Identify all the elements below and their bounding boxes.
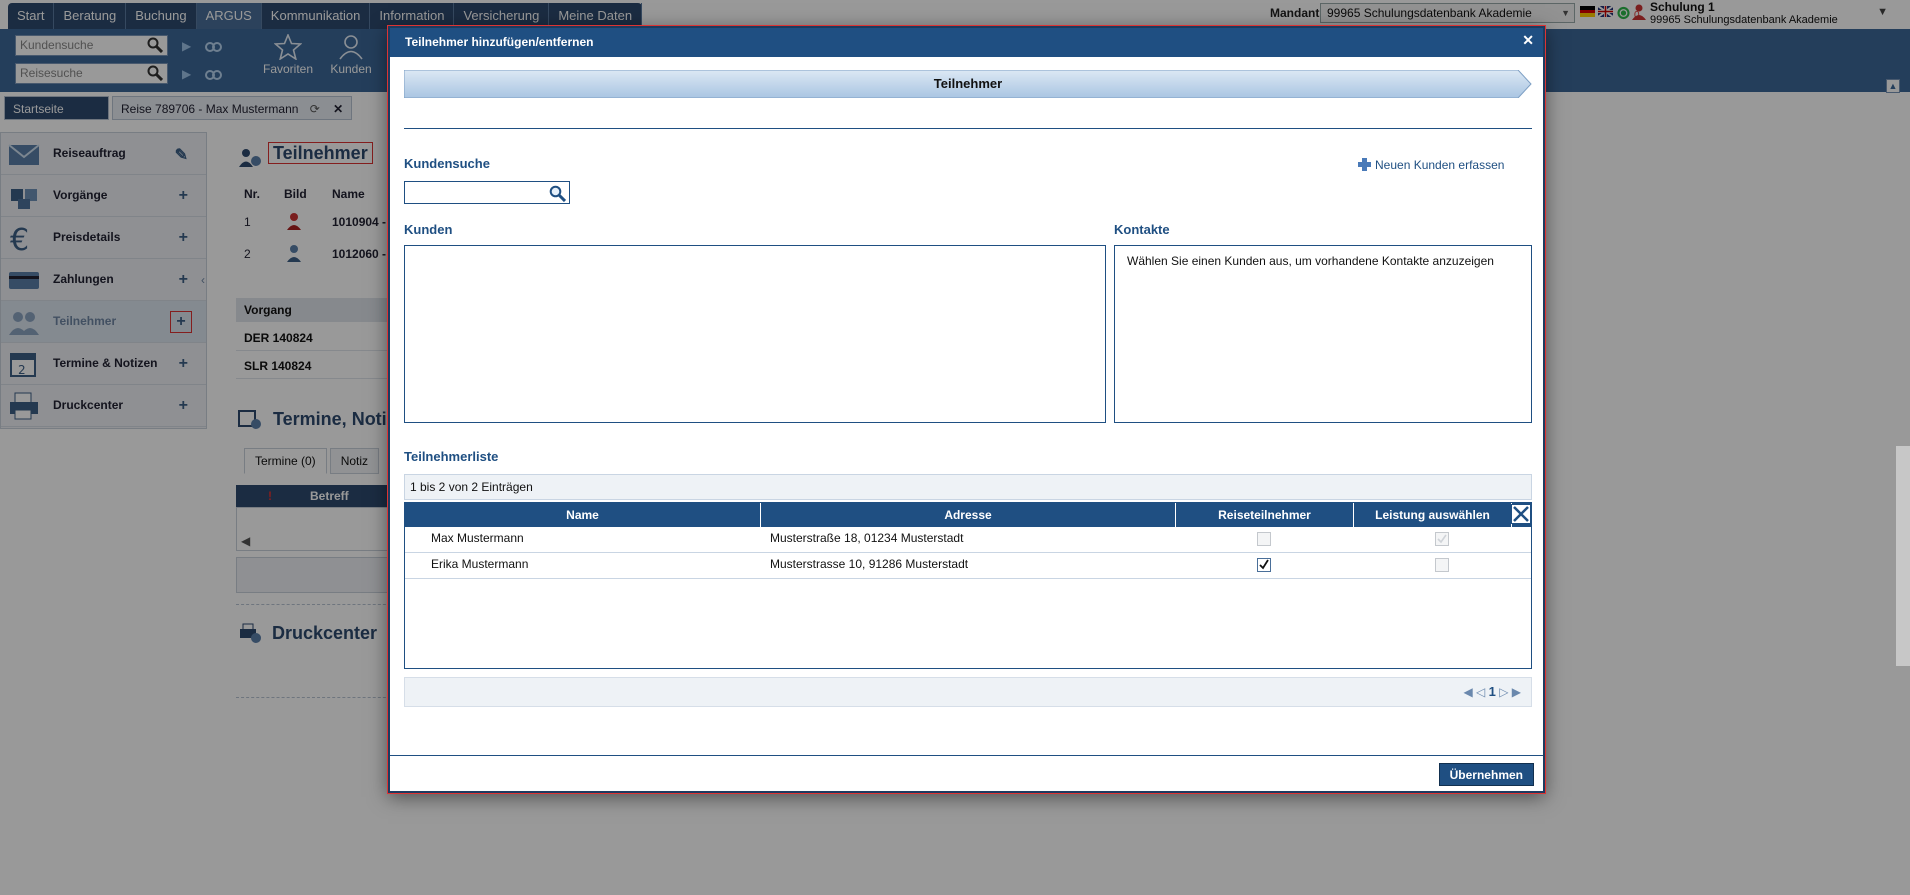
pagination: ◀ ◁ 1 ▷ ▶ bbox=[404, 677, 1532, 707]
search-icon[interactable] bbox=[549, 185, 566, 202]
divider bbox=[404, 128, 1532, 129]
table-row[interactable]: Erika Mustermann Musterstrasse 10, 91286… bbox=[405, 553, 1531, 579]
checkmark-icon bbox=[1259, 559, 1269, 570]
pagination-controls: ◀ ◁ 1 ▷ ▶ bbox=[1463, 684, 1521, 699]
reiseteilnehmer-checkbox[interactable] bbox=[1257, 558, 1271, 572]
step-label: Teilnehmer bbox=[933, 76, 1003, 91]
table-row[interactable]: Max Mustermann Musterstraße 18, 01234 Mu… bbox=[405, 527, 1531, 553]
entries-info: 1 bis 2 von 2 Einträgen bbox=[410, 480, 533, 494]
teilnehmer-table: Name Adresse Reiseteilnehmer Leistung au… bbox=[404, 502, 1532, 669]
kontakte-label: Kontakte bbox=[1114, 222, 1170, 237]
column-header-leistung[interactable]: Leistung auswählen bbox=[1354, 503, 1512, 527]
cell-name: Erika Mustermann bbox=[431, 557, 529, 571]
entries-info-bar: 1 bis 2 von 2 Einträgen bbox=[404, 474, 1532, 500]
reiseteilnehmer-checkbox[interactable] bbox=[1257, 532, 1271, 546]
new-customer-label: Neuen Kunden erfassen bbox=[1375, 158, 1505, 172]
kunden-list[interactable] bbox=[404, 245, 1106, 423]
current-page[interactable]: 1 bbox=[1489, 684, 1496, 699]
uebernehmen-button[interactable]: Übernehmen bbox=[1438, 763, 1534, 786]
teilnehmerliste-label: Teilnehmerliste bbox=[404, 449, 499, 464]
kontakte-list[interactable]: Wählen Sie einen Kunden aus, um vorhande… bbox=[1114, 245, 1532, 423]
leistung-checkbox[interactable] bbox=[1435, 558, 1449, 572]
footer-divider bbox=[390, 755, 1543, 756]
cell-address: Musterstrasse 10, 91286 Musterstadt bbox=[770, 557, 969, 571]
cross-icon bbox=[1513, 506, 1529, 522]
teilnehmer-dialog: Teilnehmer hinzufügen/entfernen ✕ Teilne… bbox=[388, 26, 1545, 793]
next-page-icon[interactable]: ▷ bbox=[1499, 685, 1508, 699]
first-page-icon[interactable]: ◀ bbox=[1463, 685, 1472, 699]
checkmark-icon bbox=[1437, 534, 1447, 544]
plus-icon bbox=[1358, 158, 1371, 171]
wizard-step-bar: Teilnehmer bbox=[404, 70, 1532, 98]
new-customer-link[interactable]: Neuen Kunden erfassen bbox=[1358, 158, 1504, 172]
cell-name: Max Mustermann bbox=[431, 531, 524, 545]
column-header-adresse[interactable]: Adresse bbox=[761, 503, 1176, 527]
clear-selection-button[interactable] bbox=[1511, 504, 1531, 524]
column-header-name[interactable]: Name bbox=[405, 503, 761, 527]
kontakte-hint: Wählen Sie einen Kunden aus, um vorhande… bbox=[1127, 254, 1494, 268]
cell-address: Musterstraße 18, 01234 Musterstadt bbox=[770, 531, 964, 545]
kunden-label: Kunden bbox=[404, 222, 453, 237]
last-page-icon[interactable]: ▶ bbox=[1512, 685, 1521, 699]
kundensuche-label: Kundensuche bbox=[404, 156, 490, 171]
page-scrollbar[interactable] bbox=[1896, 446, 1910, 666]
column-header-reiseteilnehmer[interactable]: Reiseteilnehmer bbox=[1176, 503, 1354, 527]
leistung-checkbox[interactable] bbox=[1435, 532, 1449, 546]
prev-page-icon[interactable]: ◁ bbox=[1476, 685, 1485, 699]
dialog-title: Teilnehmer hinzufügen/entfernen bbox=[390, 28, 1543, 57]
table-header: Name Adresse Reiseteilnehmer Leistung au… bbox=[405, 503, 1531, 527]
close-icon[interactable]: ✕ bbox=[1522, 32, 1534, 49]
kundensuche-field[interactable] bbox=[404, 181, 570, 204]
